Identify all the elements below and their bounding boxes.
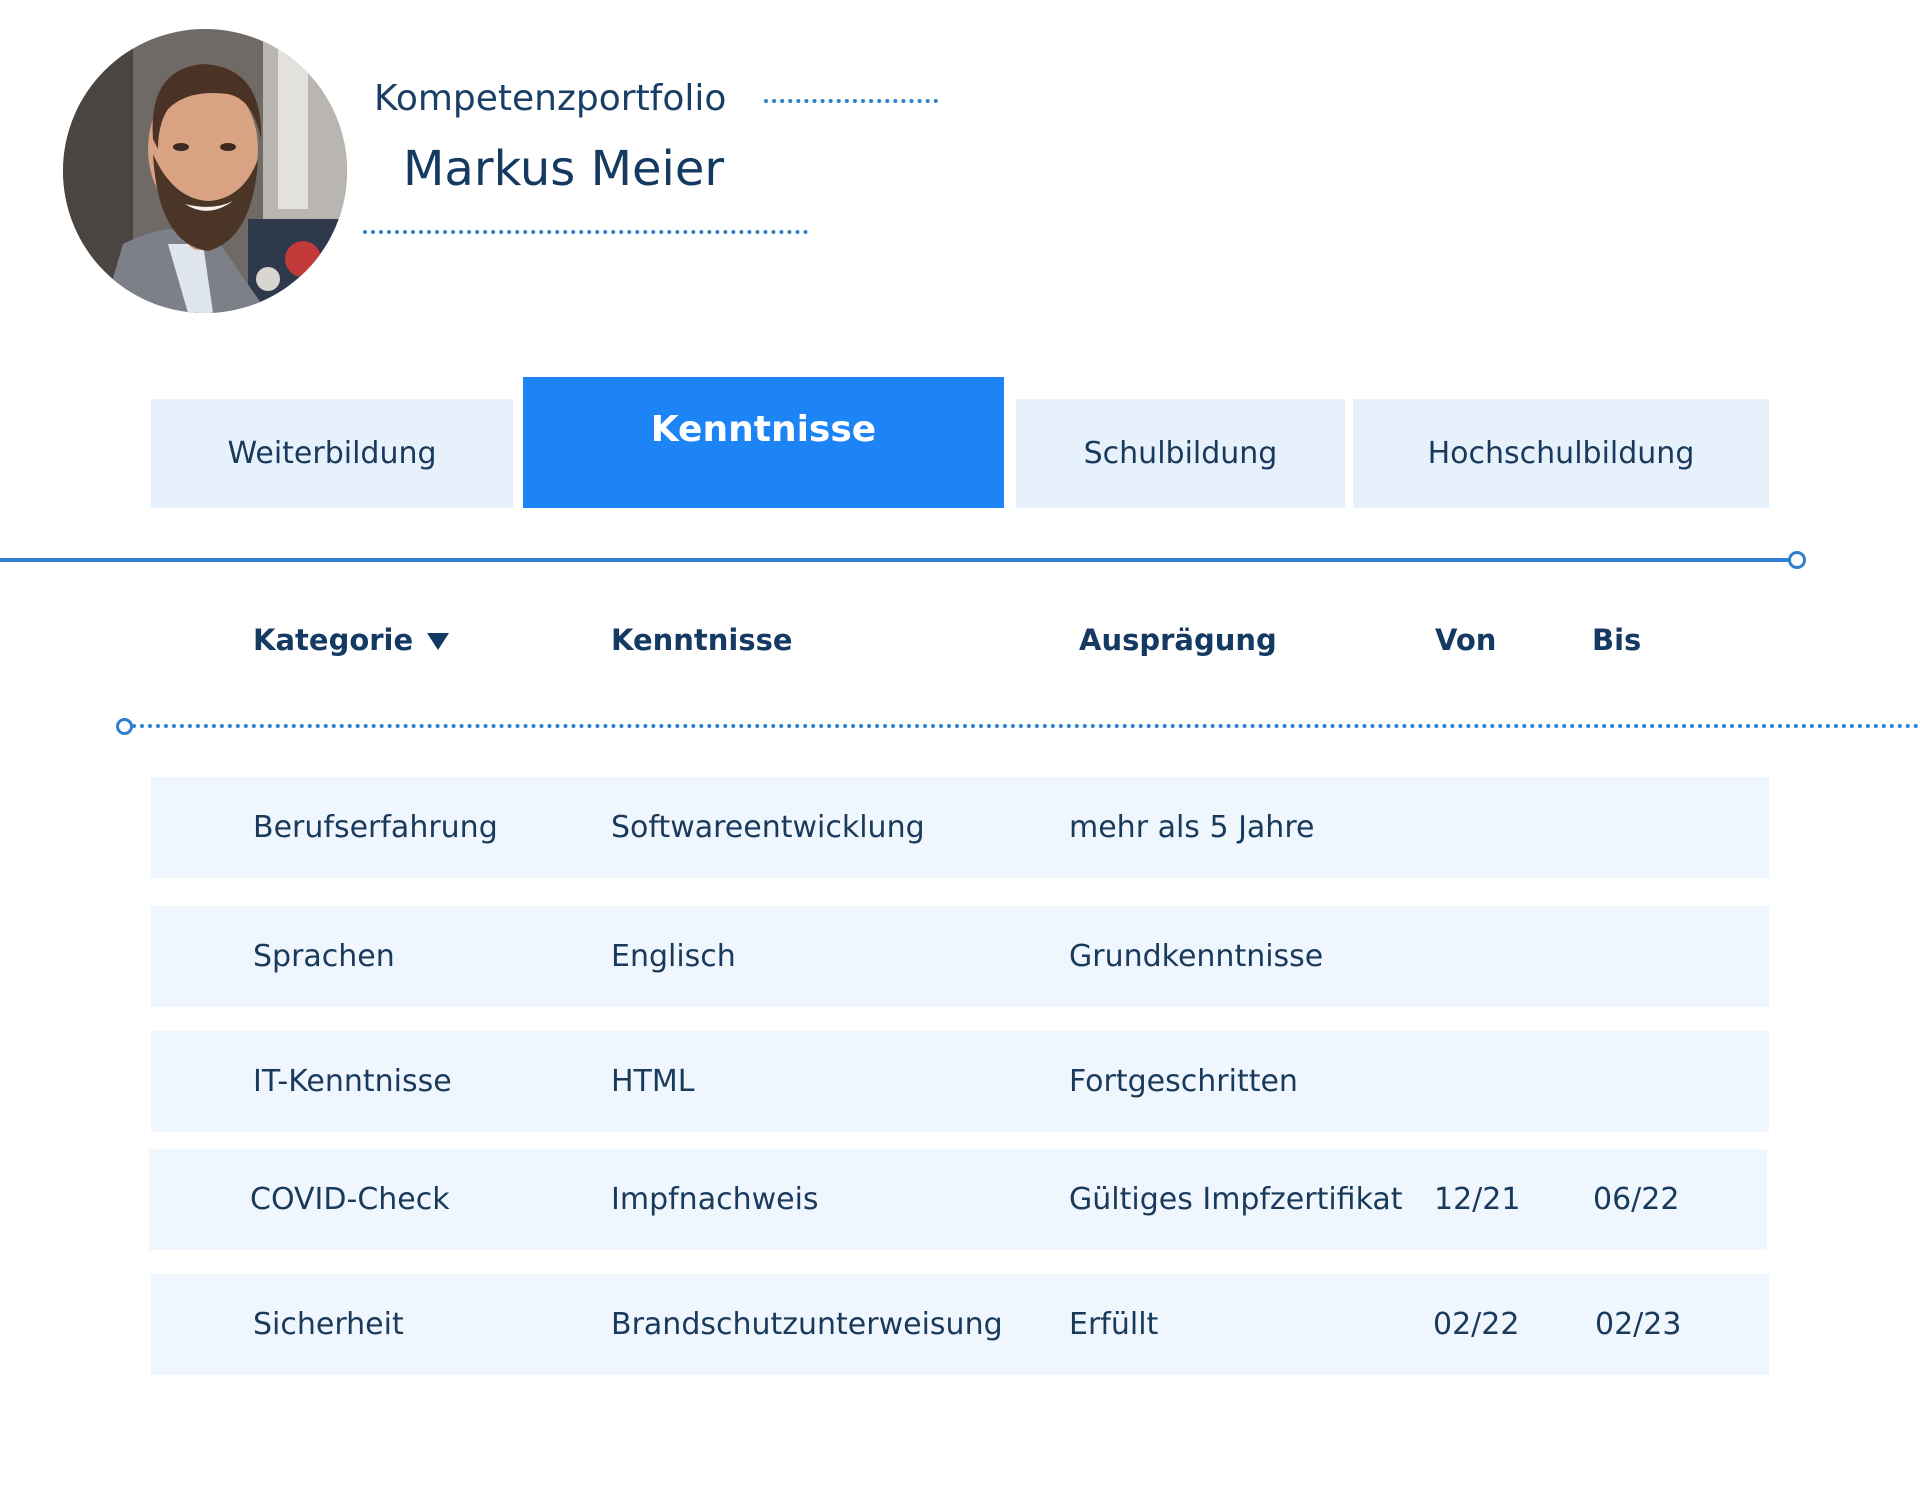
cell-kenntnisse: HTML bbox=[611, 1064, 695, 1099]
header-dotted-divider bbox=[764, 99, 938, 103]
column-header-kategorie[interactable]: Kategorie bbox=[253, 620, 450, 660]
column-header-von: Von bbox=[1435, 623, 1497, 657]
cell-kenntnisse: Brandschutzunterweisung bbox=[611, 1307, 1003, 1342]
tab-hochschulbildung[interactable]: Hochschulbildung bbox=[1353, 399, 1769, 508]
table-row: Sprachen Englisch Grundkenntnisse bbox=[151, 906, 1769, 1007]
profile-name: Markus Meier bbox=[403, 141, 725, 197]
header-row-divider bbox=[132, 724, 1920, 728]
column-header-auspraegung: Ausprägung bbox=[1079, 623, 1277, 657]
section-divider bbox=[0, 558, 1789, 562]
profile-avatar bbox=[63, 29, 347, 313]
cell-auspraegung: Gültiges Impfzertifikat bbox=[1069, 1182, 1403, 1217]
cell-auspraegung: Erfüllt bbox=[1069, 1307, 1159, 1342]
cell-von: 12/21 bbox=[1434, 1182, 1521, 1217]
cell-kategorie: IT-Kenntnisse bbox=[253, 1064, 452, 1099]
table-row: Sicherheit Brandschutzunterweisung Erfül… bbox=[151, 1274, 1769, 1375]
tab-kenntnisse[interactable]: Kenntnisse bbox=[523, 377, 1004, 508]
cell-auspraegung: Grundkenntnisse bbox=[1069, 939, 1324, 974]
cell-von: 02/22 bbox=[1433, 1307, 1520, 1342]
cell-kenntnisse: Softwareentwicklung bbox=[611, 810, 925, 845]
cell-auspraegung: Fortgeschritten bbox=[1069, 1064, 1298, 1099]
column-header-kenntnisse: Kenntnisse bbox=[611, 623, 793, 657]
table-row: Berufserfahrung Softwareentwicklung mehr… bbox=[151, 777, 1769, 878]
column-header-label: Kategorie bbox=[253, 623, 414, 657]
cell-kategorie: Sicherheit bbox=[253, 1307, 404, 1342]
page-subtitle: Kompetenzportfolio bbox=[374, 78, 727, 119]
cell-kenntnisse: Englisch bbox=[611, 939, 736, 974]
tab-weiterbildung[interactable]: Weiterbildung bbox=[151, 399, 513, 508]
cell-kategorie: Berufserfahrung bbox=[253, 810, 498, 845]
table-row: IT-Kenntnisse HTML Fortgeschritten bbox=[151, 1031, 1769, 1132]
column-header-bis: Bis bbox=[1592, 623, 1642, 657]
cell-bis: 06/22 bbox=[1593, 1182, 1680, 1217]
tab-schulbildung[interactable]: Schulbildung bbox=[1016, 399, 1345, 508]
cell-kategorie: Sprachen bbox=[253, 939, 395, 974]
cell-bis: 02/23 bbox=[1595, 1307, 1682, 1342]
cell-kenntnisse: Impfnachweis bbox=[611, 1182, 819, 1217]
cell-auspraegung: mehr als 5 Jahre bbox=[1069, 810, 1315, 845]
caret-down-icon[interactable] bbox=[427, 633, 450, 650]
cell-kategorie: COVID-Check bbox=[250, 1182, 450, 1217]
table-row: COVID-Check Impfnachweis Gültiges Impfze… bbox=[149, 1149, 1767, 1250]
header-dotted-divider bbox=[363, 230, 808, 234]
divider-end-marker bbox=[1788, 551, 1806, 569]
divider-start-marker bbox=[116, 718, 133, 735]
